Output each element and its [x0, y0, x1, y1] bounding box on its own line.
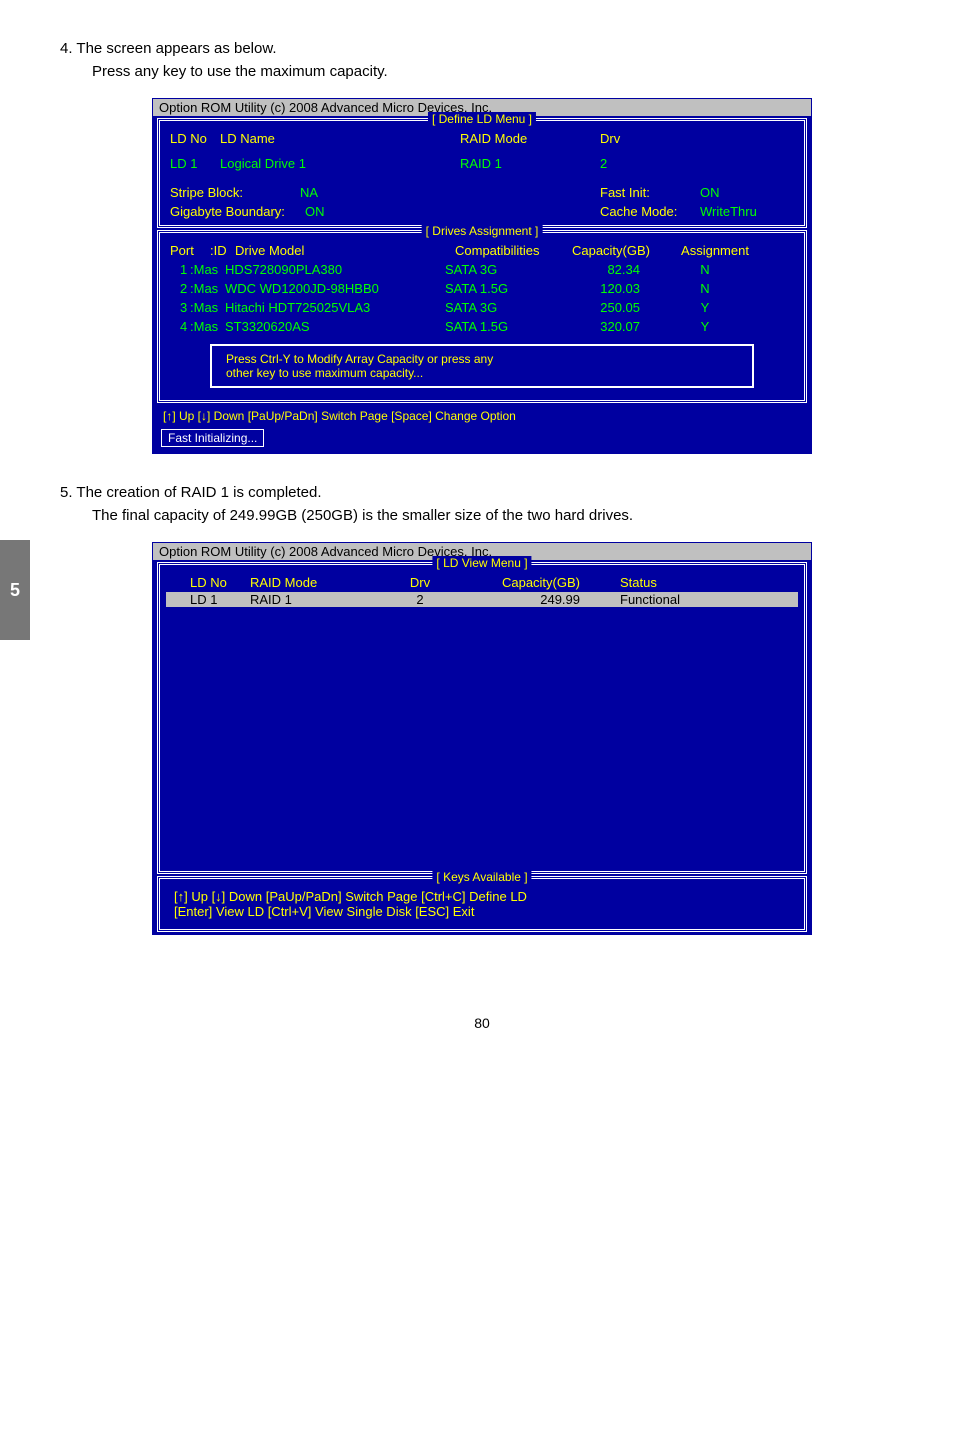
ld-data-row[interactable]: LD 1 Logical Drive 1 RAID 1 2 — [170, 154, 794, 173]
drive-row-1[interactable]: 1 :Mas HDS728090PLA380 SATA 3G 82.34 N — [170, 260, 794, 279]
ld-view-frame: [ LD View Menu ] LD No RAID Mode Drv Cap… — [157, 562, 807, 874]
lv-row-raidmode: RAID 1 — [250, 592, 390, 607]
ld-view-frame-label: [ LD View Menu ] — [432, 556, 531, 570]
capacity-prompt: Press Ctrl-Y to Modify Array Capacity or… — [210, 344, 754, 388]
drive4-id: :Mas — [190, 319, 225, 334]
drive-row-2[interactable]: 2 :Mas WDC WD1200JD-98HBB0 SATA 1.5G 120… — [170, 279, 794, 298]
cache-mode-value[interactable]: WriteThru — [700, 204, 780, 219]
keys-available-frame: [ Keys Available ] [↑] Up [↓] Down [PaUp… — [157, 876, 807, 932]
page-number: 80 — [60, 1015, 904, 1031]
header-ldname: LD Name — [220, 131, 460, 146]
gigabyte-boundary-value[interactable]: ON — [305, 204, 460, 219]
ld-view-selected-row[interactable]: LD 1 RAID 1 2 249.99 Functional — [166, 592, 798, 607]
side-tab-number: 5 — [10, 580, 20, 601]
fast-initializing-box: Fast Initializing... — [161, 429, 264, 447]
cache-mode-label: Cache Mode: — [600, 204, 700, 219]
bios-screen-define-ld: Option ROM Utility (c) 2008 Advanced Mic… — [152, 98, 812, 454]
ld-header-row: LD No LD Name RAID Mode Drv — [170, 129, 794, 148]
lv-row-drv: 2 — [390, 592, 450, 607]
define-ld-frame: [ Define LD Menu ] LD No LD Name RAID Mo… — [157, 118, 807, 228]
keys-available-label: [ Keys Available ] — [432, 870, 531, 884]
drive1-id: :Mas — [190, 262, 225, 277]
drives-header-cap: Capacity(GB) — [570, 243, 670, 258]
drive4-assign: Y — [660, 319, 750, 334]
header-ldno: LD No — [170, 131, 220, 146]
lv-header-ldno: LD No — [170, 575, 250, 590]
ld-row-raidmode: RAID 1 — [460, 156, 600, 171]
drives-header-comp: Compatibilities — [455, 243, 570, 258]
drive3-id: :Mas — [190, 300, 225, 315]
lv-header-status: Status — [600, 575, 720, 590]
drives-header-assign: Assignment — [670, 243, 760, 258]
lv-header-cap: Capacity(GB) — [450, 575, 600, 590]
drive1-assign: N — [660, 262, 750, 277]
drive1-comp: SATA 3G — [445, 262, 560, 277]
drives-header-port: Port — [170, 243, 210, 258]
drive3-model: Hitachi HDT725025VLA3 — [225, 300, 445, 315]
drive2-assign: N — [660, 281, 750, 296]
fast-init-value[interactable]: ON — [700, 185, 780, 200]
prompt-line2: other key to use maximum capacity... — [226, 366, 738, 380]
ld-row-ldname: Logical Drive 1 — [220, 156, 460, 171]
drive4-port: 4 — [170, 319, 190, 334]
drives-header-id: :ID — [210, 243, 235, 258]
step4-subtext: Press any key to use the maximum capacit… — [92, 63, 904, 80]
header-drv: Drv — [600, 131, 680, 146]
lv-header-raidmode: RAID Mode — [250, 575, 390, 590]
bios2-footer-line2: [Enter] View LD [Ctrl+V] View Single Dis… — [174, 904, 790, 919]
bios-screen-ld-view: Option ROM Utility (c) 2008 Advanced Mic… — [152, 542, 812, 935]
lv-row-cap: 249.99 — [450, 592, 600, 607]
define-ld-frame-label: [ Define LD Menu ] — [428, 112, 536, 126]
drive4-comp: SATA 1.5G — [445, 319, 560, 334]
gigabyte-boundary-label: Gigabyte Boundary: — [170, 204, 305, 219]
drive1-model: HDS728090PLA380 — [225, 262, 445, 277]
bios2-footer-line1: [↑] Up [↓] Down [PaUp/PaDn] Switch Page … — [174, 889, 790, 904]
bios1-footer-keys: [↑] Up [↓] Down [PaUp/PaDn] Switch Page … — [153, 405, 811, 427]
drive2-model: WDC WD1200JD-98HBB0 — [225, 281, 445, 296]
drive-row-4[interactable]: 4 :Mas ST3320620AS SATA 1.5G 320.07 Y — [170, 317, 794, 336]
drives-frame-label: [ Drives Assignment ] — [422, 224, 543, 238]
drive2-comp: SATA 1.5G — [445, 281, 560, 296]
drive2-cap: 120.03 — [560, 281, 660, 296]
step5-subtext: The final capacity of 249.99GB (250GB) i… — [92, 507, 904, 524]
drive4-cap: 320.07 — [560, 319, 660, 334]
step5-title: 5. The creation of RAID 1 is completed. — [60, 484, 904, 501]
page-content: 4. The screen appears as below. Press an… — [0, 0, 954, 1071]
drive3-assign: Y — [660, 300, 750, 315]
side-tab: 5 — [0, 540, 30, 640]
step4-title: 4. The screen appears as below. — [60, 40, 904, 57]
drive4-model: ST3320620AS — [225, 319, 445, 334]
drives-header-model: Drive Model — [235, 243, 455, 258]
ld-view-header-row: LD No RAID Mode Drv Capacity(GB) Status — [170, 573, 794, 592]
lv-row-status: Functional — [600, 592, 720, 607]
drives-assignment-frame: [ Drives Assignment ] Port :ID Drive Mod… — [157, 230, 807, 403]
drive1-cap: 82.34 — [560, 262, 660, 277]
header-raidmode: RAID Mode — [460, 131, 600, 146]
ld-view-empty-area — [170, 607, 794, 867]
ld-row-ldno: LD 1 — [170, 156, 220, 171]
drive-row-3[interactable]: 3 :Mas Hitachi HDT725025VLA3 SATA 3G 250… — [170, 298, 794, 317]
drives-header-row: Port :ID Drive Model Compatibilities Cap… — [170, 241, 794, 260]
ld-row-drv: 2 — [600, 156, 680, 171]
drive3-port: 3 — [170, 300, 190, 315]
drive3-comp: SATA 3G — [445, 300, 560, 315]
stripe-block-label: Stripe Block: — [170, 185, 270, 200]
lv-header-drv: Drv — [390, 575, 450, 590]
prompt-line1: Press Ctrl-Y to Modify Array Capacity or… — [226, 352, 738, 366]
drive3-cap: 250.05 — [560, 300, 660, 315]
settings-row1: Stripe Block: NA Fast Init: ON — [170, 183, 794, 202]
stripe-block-value[interactable]: NA — [270, 185, 460, 200]
fast-init-label: Fast Init: — [600, 185, 700, 200]
lv-row-ldno: LD 1 — [170, 592, 250, 607]
drive2-id: :Mas — [190, 281, 225, 296]
settings-row2: Gigabyte Boundary: ON Cache Mode: WriteT… — [170, 202, 794, 221]
drive2-port: 2 — [170, 281, 190, 296]
drive1-port: 1 — [170, 262, 190, 277]
